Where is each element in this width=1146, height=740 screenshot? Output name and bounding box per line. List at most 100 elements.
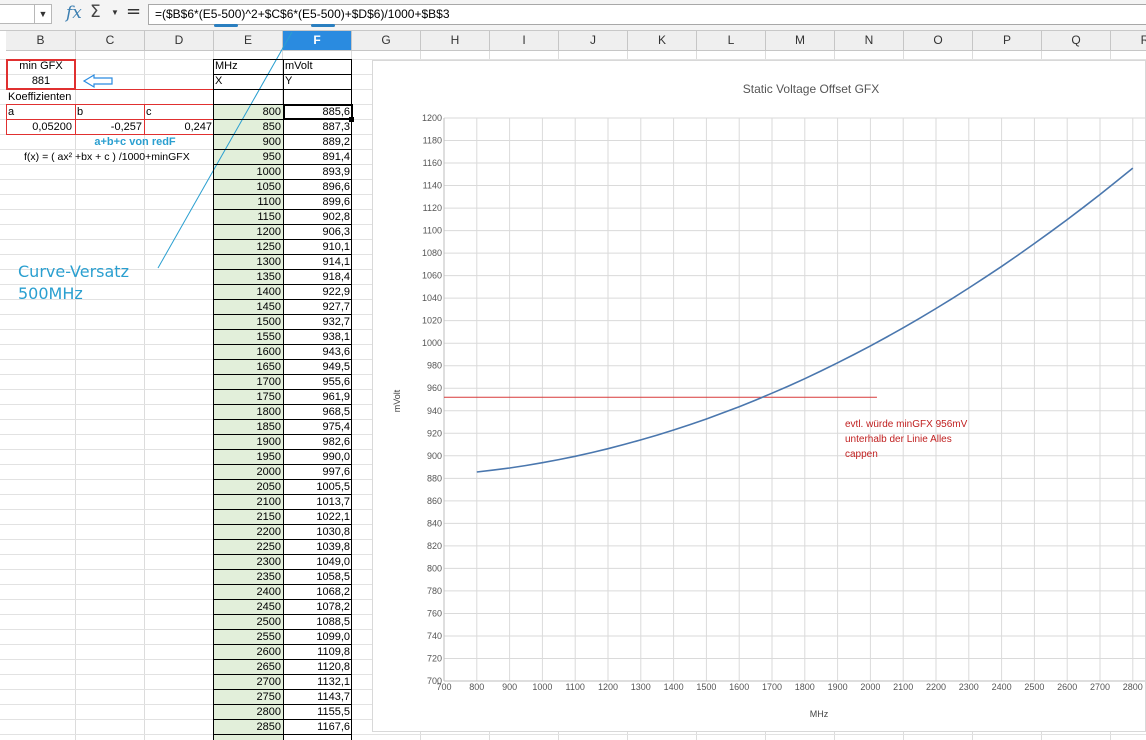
mvolt-cell[interactable]: 968,5 [284,405,350,420]
mhz-cell[interactable]: 2500 [214,615,281,630]
mhz-cell[interactable]: 850 [214,120,281,135]
mhz-cell[interactable]: 2550 [214,630,281,645]
mhz-cell[interactable]: 1300 [214,255,281,270]
mvolt-cell[interactable]: 1049,0 [284,555,350,570]
mhz-cell[interactable]: 2650 [214,660,281,675]
mhz-cell[interactable]: 1900 [214,435,281,450]
mvolt-cell[interactable]: 1120,8 [284,660,350,675]
mhz-cell[interactable]: 1550 [214,330,281,345]
mhz-cell[interactable]: 1800 [214,405,281,420]
mhz-cell[interactable]: 1600 [214,345,281,360]
mvolt-cell[interactable]: 1005,5 [284,480,350,495]
coef-b-value[interactable]: -0,257 [75,120,144,135]
column-header-f[interactable]: F [283,31,352,51]
mhz-cell[interactable]: 2450 [214,600,281,615]
mvolt-cell[interactable]: 914,1 [284,255,350,270]
mhz-cell[interactable]: 2200 [214,525,281,540]
mvolt-cell[interactable]: 1099,0 [284,630,350,645]
column-header-m[interactable]: M [766,31,835,51]
column-header-b[interactable]: B [6,31,76,51]
mhz-cell[interactable]: 1100 [214,195,281,210]
mvolt-cell[interactable]: 1039,8 [284,540,350,555]
mvolt-cell[interactable]: 943,6 [284,345,350,360]
column-header-r[interactable]: R [1111,31,1146,51]
column-header-d[interactable]: D [145,31,214,51]
mhz-cell[interactable]: 1000 [214,165,281,180]
mvolt-cell[interactable]: 997,6 [284,465,350,480]
mvolt-cell[interactable]: 955,6 [284,375,350,390]
mvolt-cell[interactable]: 899,6 [284,195,350,210]
column-header-j[interactable]: J [559,31,628,51]
mvolt-cell[interactable]: 982,6 [284,435,350,450]
column-header-c[interactable]: C [76,31,145,51]
mvolt-cell[interactable]: 1013,7 [284,495,350,510]
mhz-cell[interactable]: 2400 [214,585,281,600]
mhz-cell[interactable]: 1950 [214,450,281,465]
mvolt-cell[interactable]: 1030,8 [284,525,350,540]
mvolt-cell[interactable]: 1088,5 [284,615,350,630]
formula-equals-icon[interactable]: = [126,1,141,22]
mvolt-cell[interactable]: 1078,2 [284,600,350,615]
column-header-l[interactable]: L [697,31,766,51]
column-header-i[interactable]: I [490,31,559,51]
mhz-cell[interactable]: 1250 [214,240,281,255]
column-header-h[interactable]: H [421,31,490,51]
mhz-cell[interactable]: 1750 [214,390,281,405]
mhz-cell[interactable]: 1700 [214,375,281,390]
mhz-cell[interactable]: 2600 [214,645,281,660]
mvolt-cell[interactable]: 1167,6 [284,720,350,735]
coef-c-value[interactable]: 0,247 [144,120,214,135]
mhz-cell[interactable]: 1450 [214,300,281,315]
mvolt-cell[interactable]: 1155,5 [284,705,350,720]
mhz-cell[interactable]: 2800 [214,705,281,720]
mvolt-cell[interactable]: 896,6 [284,180,350,195]
mhz-cell[interactable]: 1400 [214,285,281,300]
sum-icon[interactable]: Σ [90,2,101,22]
mvolt-cell[interactable]: 887,3 [284,120,350,135]
name-box[interactable]: ▼ [0,4,52,24]
mvolt-cell[interactable]: 1068,2 [284,585,350,600]
mhz-cell[interactable]: 950 [214,150,281,165]
mhz-cell[interactable]: 2300 [214,555,281,570]
mhz-cell[interactable]: 2250 [214,540,281,555]
mhz-cell[interactable]: 1200 [214,225,281,240]
mvolt-cell[interactable]: 906,3 [284,225,350,240]
chart-area[interactable]: 700 720 740 760 780 800 820 840 860 880 900 920 940 9… [372,60,1146,732]
mhz-cell[interactable]: 2050 [214,480,281,495]
mhz-cell[interactable]: 1650 [214,360,281,375]
function-wizard-icon[interactable]: fx [66,3,82,23]
selected-cell[interactable] [283,104,353,120]
mhz-cell[interactable]: 2700 [214,675,281,690]
formula-input[interactable]: =($B$6*(E5-500)^2+$C$6*(E5-500)+$D$6)/10… [148,4,1146,25]
column-header-g[interactable]: G [352,31,421,51]
mvolt-cell[interactable]: 891,4 [284,150,350,165]
mhz-cell[interactable]: 1350 [214,270,281,285]
mvolt-cell[interactable]: 893,9 [284,165,350,180]
mvolt-cell[interactable]: 1022,1 [284,510,350,525]
mhz-cell[interactable]: 2100 [214,495,281,510]
mhz-cell[interactable]: 1050 [214,180,281,195]
mvolt-cell[interactable]: 1109,8 [284,645,350,660]
mvolt-cell[interactable]: 889,2 [284,135,350,150]
mvolt-cell[interactable]: 910,1 [284,240,350,255]
mhz-cell[interactable]: 2350 [214,570,281,585]
mvolt-cell[interactable]: 922,9 [284,285,350,300]
mhz-cell[interactable]: 1150 [214,210,281,225]
mhz-cell[interactable]: 1500 [214,315,281,330]
mhz-cell[interactable]: 2000 [214,465,281,480]
min-gfx-value[interactable]: 881 [6,74,76,89]
mvolt-cell[interactable]: 927,7 [284,300,350,315]
mhz-cell[interactable]: 1850 [214,420,281,435]
mhz-cell[interactable]: 2150 [214,510,281,525]
coef-a-value[interactable]: 0,05200 [6,120,74,135]
mvolt-cell[interactable]: 961,9 [284,390,350,405]
sum-dropdown-icon[interactable]: ▼ [111,8,119,17]
mvolt-cell[interactable]: 1132,1 [284,675,350,690]
mhz-cell[interactable]: 2850 [214,720,281,735]
column-header-k[interactable]: K [628,31,697,51]
column-header-p[interactable]: P [973,31,1042,51]
mvolt-cell[interactable]: 918,4 [284,270,350,285]
mvolt-cell[interactable]: 1143,7 [284,690,350,705]
mvolt-cell[interactable]: 990,0 [284,450,350,465]
mvolt-cell[interactable]: 1058,5 [284,570,350,585]
